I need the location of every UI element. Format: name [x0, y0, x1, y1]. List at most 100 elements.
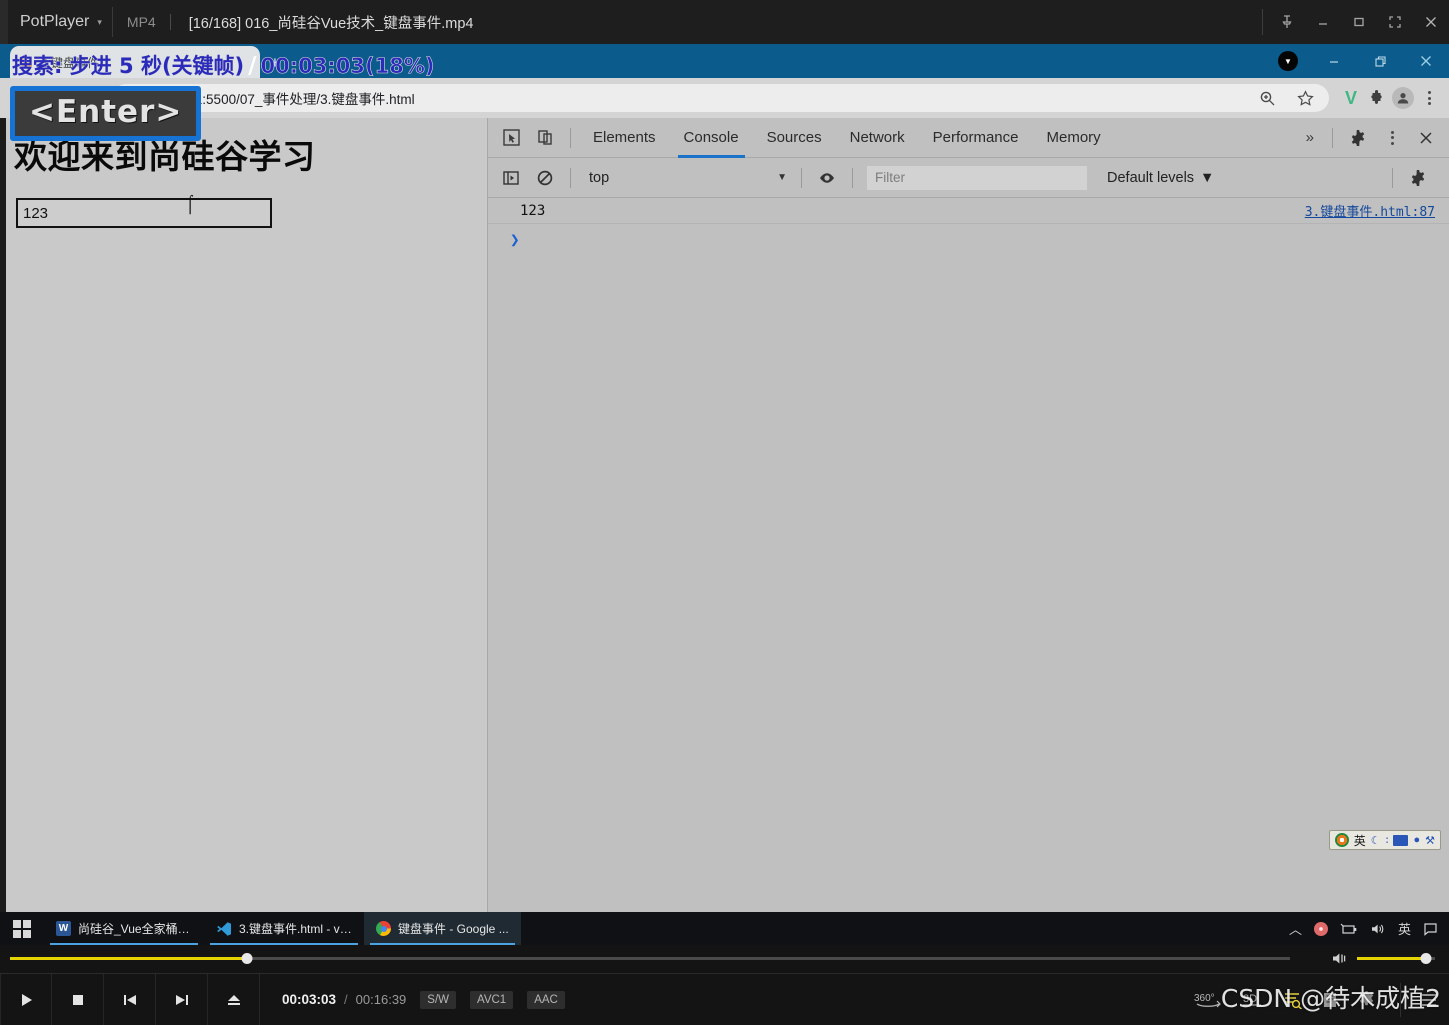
previous-button[interactable] — [104, 973, 156, 1025]
play-button[interactable] — [0, 973, 52, 1025]
devtools-panel: Elements Console Sources Network Perform… — [488, 118, 1449, 912]
console-sidebar-icon[interactable] — [494, 161, 528, 195]
close-icon[interactable] — [1403, 44, 1449, 78]
word-icon: W — [56, 921, 71, 936]
tab-console[interactable]: Console — [670, 118, 753, 158]
keyboard-icon[interactable] — [1393, 834, 1409, 846]
console-message-source-link[interactable]: 3.键盘事件.html:87 — [1305, 201, 1435, 220]
prompt-chevron-icon: ❯ — [510, 229, 520, 249]
zoom-icon[interactable] — [1255, 86, 1279, 110]
console-filter-input[interactable] — [867, 165, 1087, 190]
user-icon[interactable]: ● — [1413, 834, 1420, 846]
bookmark-star-icon[interactable] — [1293, 86, 1317, 110]
clear-console-icon[interactable] — [528, 161, 562, 195]
screen-root: PotPlayer ▾ MP4 [16/168] 016_尚硅谷Vue技术_键盘… — [0, 0, 1449, 1025]
csdn-watermark: CSDN @待木成植2 — [1220, 984, 1441, 1013]
divider — [1332, 127, 1333, 148]
profile-avatar[interactable] — [1391, 86, 1415, 110]
console-input-prompt[interactable]: ❯ — [488, 224, 1449, 254]
taskbar-item-word[interactable]: W 尚硅谷_Vue全家桶.d... — [44, 912, 204, 945]
battery-icon[interactable] — [1340, 922, 1358, 936]
page-left-rail — [0, 118, 6, 912]
current-time: 00:03:03 — [282, 992, 337, 1007]
taskbar-item-label: 键盘事件 - Google ... — [398, 922, 509, 936]
text-cursor-icon: ⌠ — [185, 194, 195, 216]
tab-elements[interactable]: Elements — [579, 118, 670, 158]
ime-mode-label[interactable]: 英 — [1354, 832, 1366, 849]
devtools-settings-gear-icon[interactable] — [1341, 121, 1375, 155]
address-bar[interactable]: i 127.0.0.1:5500/07_事件处理/3.键盘事件.html — [112, 84, 1329, 112]
moon-icon[interactable]: ☾ — [1371, 834, 1381, 847]
fullscreen-icon[interactable] — [1377, 0, 1413, 44]
console-settings-gear-icon[interactable] — [1401, 161, 1435, 195]
volume-handle[interactable] — [1420, 952, 1432, 964]
volume-icon[interactable] — [1370, 922, 1386, 936]
seek-slider[interactable] — [10, 945, 1290, 971]
chrome-tabstrip-edge — [0, 44, 8, 78]
potplayer-titlebar: PotPlayer ▾ MP4 [16/168] 016_尚硅谷Vue技术_键盘… — [0, 0, 1449, 44]
download-indicator-icon[interactable]: ▼ — [1265, 44, 1311, 78]
svg-text:360°: 360° — [1194, 993, 1215, 1004]
volume-slider[interactable] — [1357, 952, 1435, 964]
potplayer-left-strip — [0, 0, 8, 44]
badge-audio-codec[interactable]: AAC — [527, 990, 565, 1009]
kebab-dots — [1390, 130, 1394, 145]
minimize-icon[interactable] — [1305, 0, 1341, 44]
tray-ime-mode[interactable]: 英 — [1398, 919, 1411, 938]
live-expression-eye-icon[interactable] — [810, 161, 844, 195]
speaker-icon[interactable] — [1331, 951, 1349, 966]
taskbar-item-label: 3.键盘事件.html - vu... — [239, 922, 352, 936]
eject-button[interactable] — [208, 973, 260, 1025]
device-toolbar-icon[interactable] — [528, 121, 562, 155]
console-filter-bar: top ▼ Default levels ▼ — [488, 158, 1449, 198]
more-tabs-icon[interactable]: » — [1296, 129, 1324, 146]
extensions-icon[interactable] — [1365, 86, 1389, 110]
notification-icon[interactable] — [1423, 922, 1439, 936]
chrome-menu-icon[interactable] — [1417, 86, 1441, 110]
divider — [570, 167, 571, 188]
seek-handle[interactable] — [241, 952, 253, 964]
keyboard-event-input[interactable] — [16, 198, 272, 228]
minimize-icon[interactable] — [1311, 44, 1357, 78]
vue-devtools-icon[interactable]: V — [1339, 86, 1363, 110]
total-time: 00:16:39 — [355, 992, 407, 1007]
console-log-levels-dropdown[interactable]: Default levels ▼ — [1099, 170, 1222, 186]
maximize-icon[interactable] — [1341, 0, 1377, 44]
tab-network[interactable]: Network — [836, 118, 919, 158]
console-output: 123 3.键盘事件.html:87 ❯ 英 ☾ ∶ ● ⚒ — [488, 198, 1449, 912]
devtools-close-icon[interactable] — [1409, 121, 1443, 155]
console-message-row[interactable]: 123 3.键盘事件.html:87 — [488, 198, 1449, 224]
chrome-window-controls: ▼ — [1265, 44, 1449, 78]
close-icon[interactable] — [1413, 0, 1449, 44]
chrome-window: 3.键盘事件 + ▼ ← → ⟳ — [0, 44, 1449, 912]
start-button[interactable] — [0, 912, 44, 945]
stop-button[interactable] — [52, 973, 104, 1025]
ime-floating-toolbar[interactable]: 英 ☾ ∶ ● ⚒ — [1328, 830, 1441, 850]
sogou-logo-icon — [1334, 833, 1349, 847]
tab-performance[interactable]: Performance — [919, 118, 1033, 158]
tools-icon[interactable]: ⚒ — [1425, 834, 1435, 847]
inspect-element-icon[interactable] — [494, 121, 528, 155]
badge-decoder[interactable]: S/W — [420, 990, 457, 1009]
tab-memory[interactable]: Memory — [1033, 118, 1115, 158]
potplayer-brand[interactable]: PotPlayer ▾ — [8, 0, 112, 44]
flower-icon[interactable] — [1313, 921, 1328, 936]
divider — [570, 127, 571, 148]
chevron-down-icon: ▼ — [1200, 169, 1215, 186]
key-indicator-label: <Enter> — [29, 94, 183, 130]
tab-sources[interactable]: Sources — [753, 118, 836, 158]
badge-video-codec[interactable]: AVC1 — [470, 990, 514, 1009]
potplayer-seek-row — [0, 945, 1449, 971]
devtools-menu-icon[interactable] — [1375, 121, 1409, 155]
devtools-tabbar: Elements Console Sources Network Perform… — [488, 118, 1449, 158]
console-context-selector[interactable]: top ▼ — [583, 164, 793, 191]
taskbar-item-vscode[interactable]: 3.键盘事件.html - vu... — [204, 912, 364, 945]
chrome-content-split: 欢迎来到尚硅谷学习 ⌠ Elements Console Sources — [0, 118, 1449, 912]
next-button[interactable] — [156, 973, 208, 1025]
tray-expand-chevron-icon[interactable]: ︿ — [1289, 919, 1302, 938]
vr360-icon[interactable]: 360° — [1193, 990, 1223, 1010]
restore-icon[interactable] — [1357, 44, 1403, 78]
punctuation-icon[interactable]: ∶ — [1386, 834, 1389, 847]
pin-icon[interactable] — [1269, 0, 1305, 44]
taskbar-item-chrome[interactable]: 键盘事件 - Google ... — [364, 912, 521, 945]
